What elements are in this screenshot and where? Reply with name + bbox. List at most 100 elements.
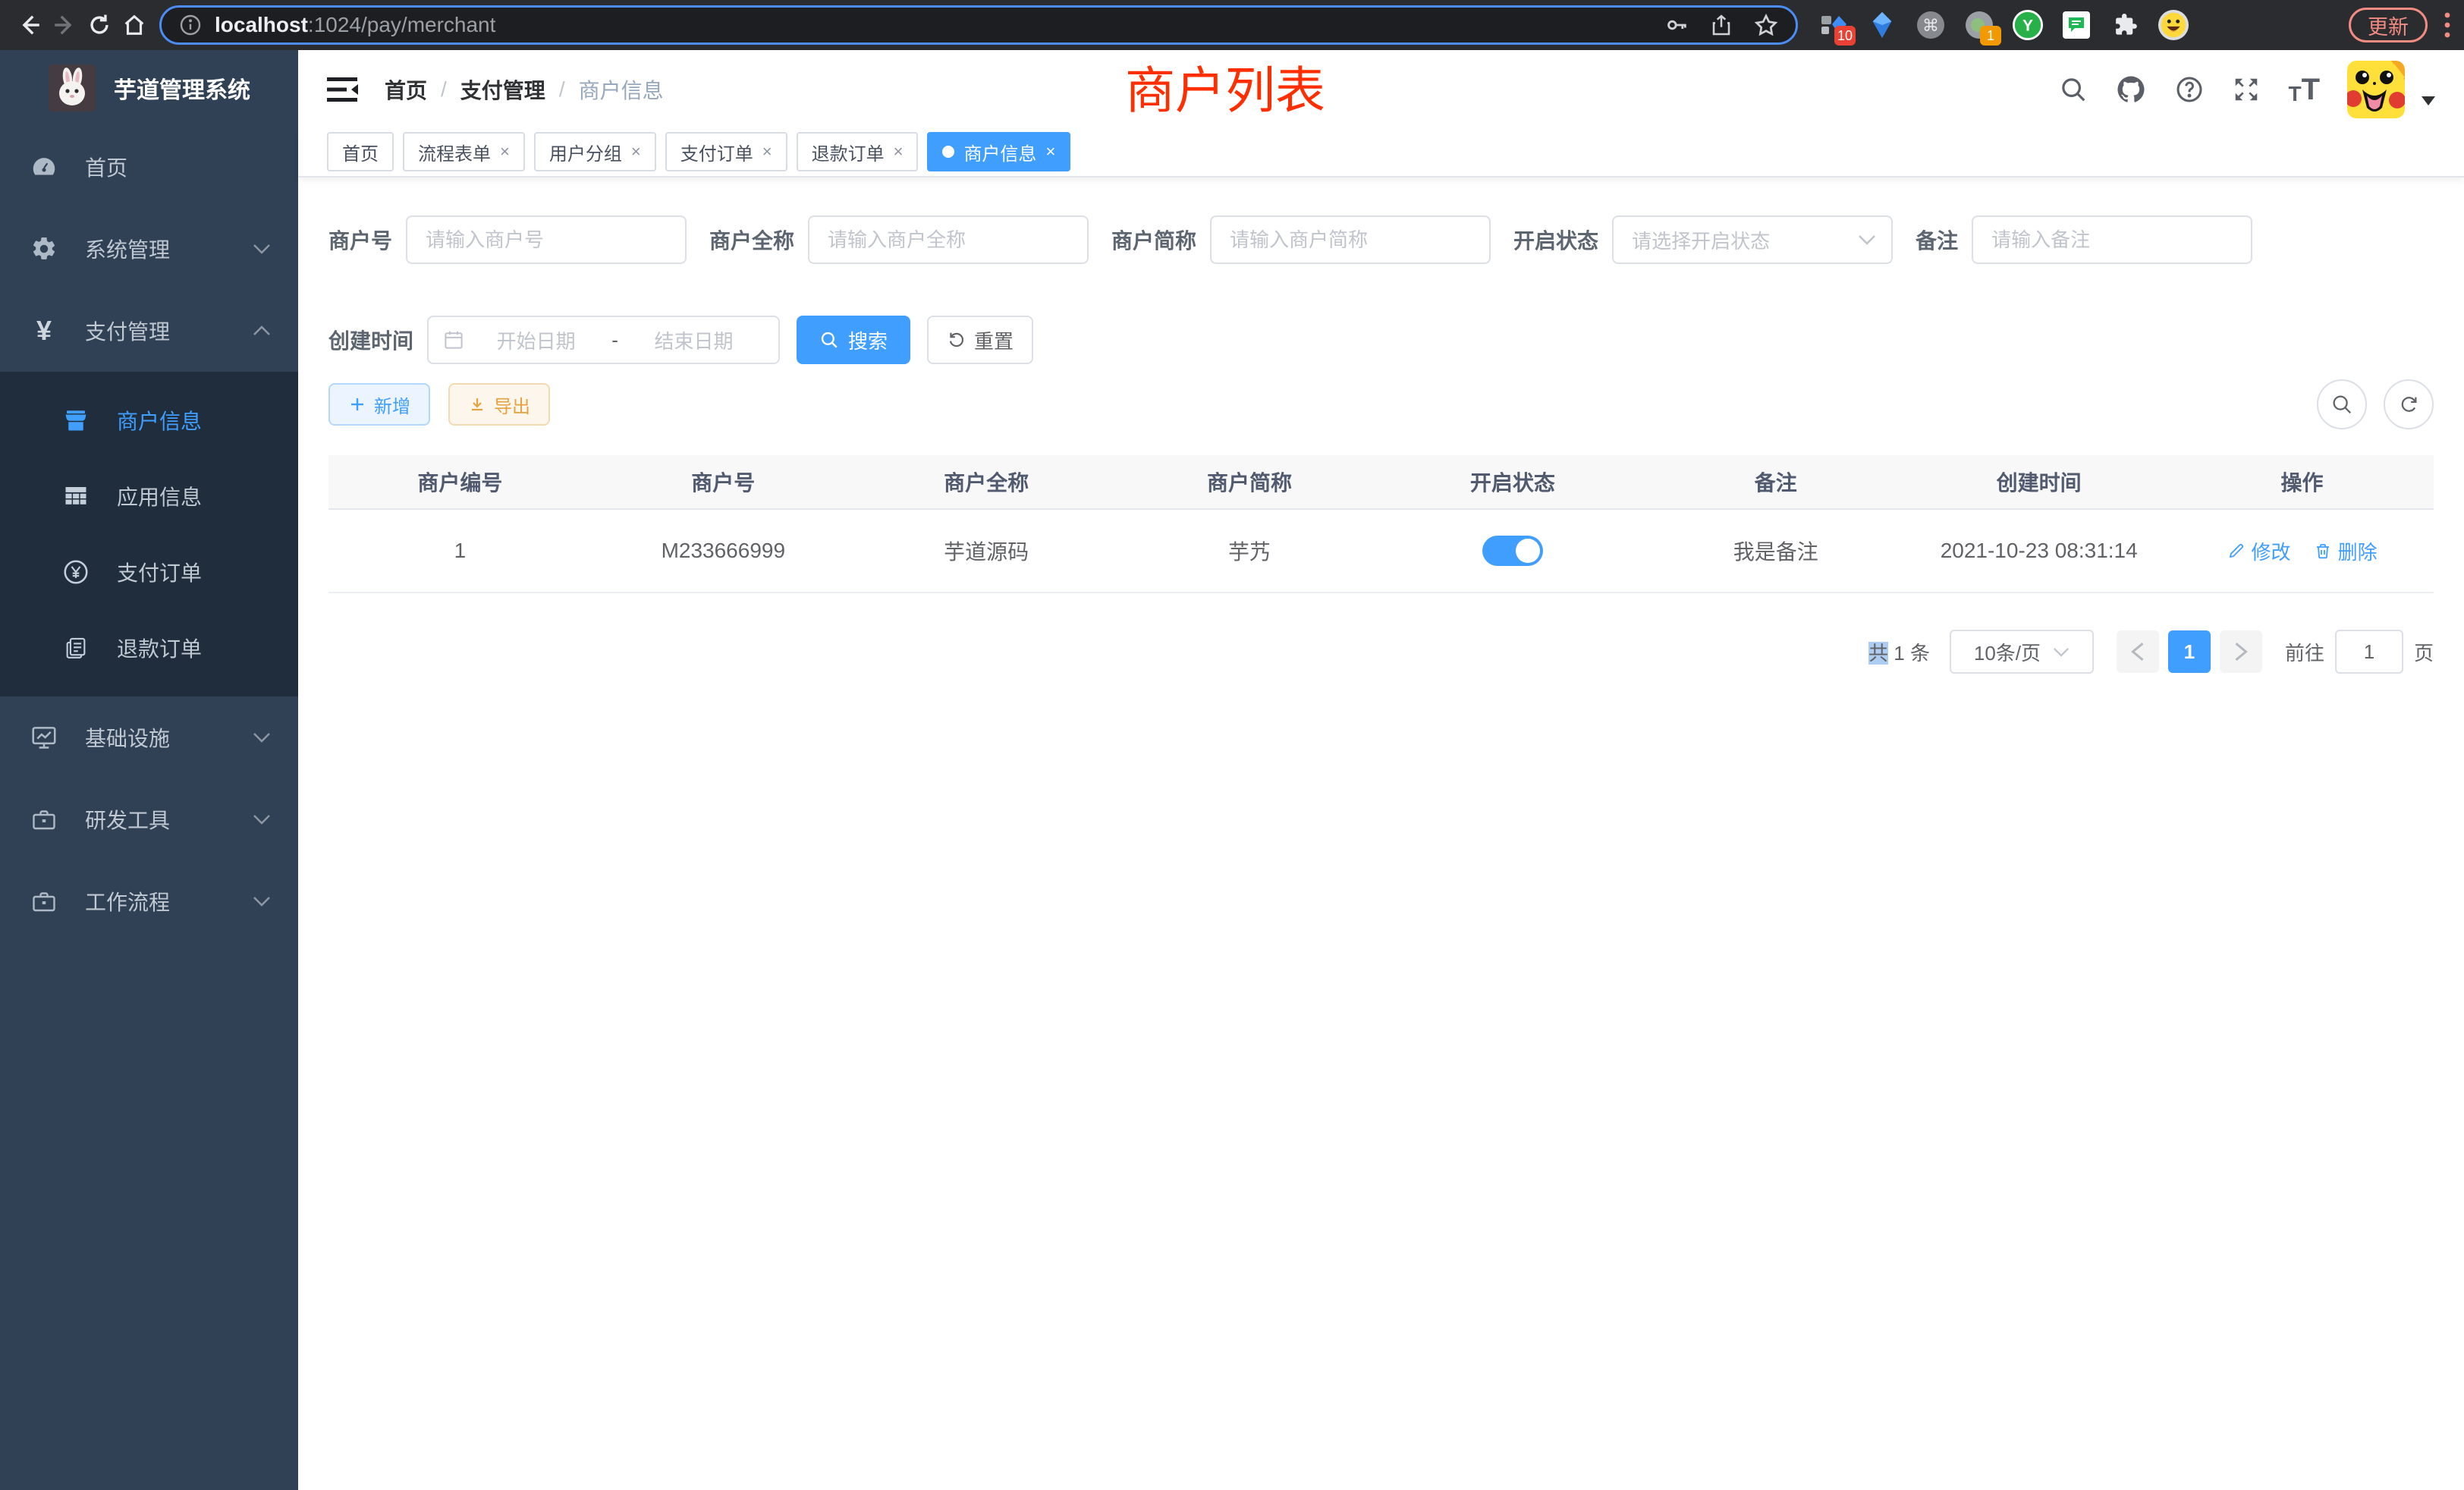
cell-actions: 修改 删除 bbox=[2170, 537, 2434, 565]
extensions-row: 10 ⌘ 1 Y bbox=[1818, 9, 2189, 41]
tab-user-group[interactable]: 用户分组× bbox=[534, 132, 656, 171]
sidebar-item-pay-order[interactable]: 支付订单 bbox=[0, 534, 298, 610]
cell-remark: 我是备注 bbox=[1644, 536, 1907, 566]
prev-page-button[interactable] bbox=[2117, 630, 2159, 673]
cell-full-name: 芋道源码 bbox=[855, 536, 1118, 566]
close-icon[interactable]: × bbox=[500, 142, 510, 162]
hamburger-icon bbox=[327, 76, 359, 103]
tab-refund-order[interactable]: 退款订单× bbox=[797, 132, 919, 171]
extension-chat-icon[interactable] bbox=[2060, 9, 2092, 41]
extension-recorder-icon[interactable]: 1 bbox=[1963, 9, 1995, 41]
sidebar-collapse-button[interactable] bbox=[327, 76, 359, 103]
status-label: 开启状态 bbox=[1513, 225, 1598, 255]
remark-label: 备注 bbox=[1916, 225, 1958, 255]
close-icon[interactable]: × bbox=[1045, 142, 1055, 162]
browser-menu-button[interactable] bbox=[2443, 10, 2452, 40]
tab-merchant-info[interactable]: 商户信息× bbox=[927, 132, 1070, 171]
merchant-short-input[interactable] bbox=[1210, 215, 1491, 264]
avatar-dropdown-caret[interactable] bbox=[2422, 96, 2435, 105]
share-icon[interactable] bbox=[1709, 13, 1733, 37]
browser-back-button[interactable] bbox=[12, 8, 47, 42]
app-title: 芋道管理系统 bbox=[114, 71, 250, 105]
sidebar-item-app-info[interactable]: 应用信息 bbox=[0, 458, 298, 534]
breadcrumb-separator: / bbox=[559, 77, 565, 102]
create-time-range-picker[interactable]: 开始日期 - 结束日期 bbox=[427, 316, 780, 364]
tab-process-form[interactable]: 流程表单× bbox=[403, 132, 525, 171]
browser-update-button[interactable]: 更新 bbox=[2349, 8, 2428, 42]
merchant-no-input[interactable] bbox=[406, 215, 687, 264]
help-icon[interactable] bbox=[2174, 74, 2205, 105]
browser-reload-button[interactable] bbox=[82, 8, 117, 42]
table-toolbar: 新增 导出 bbox=[328, 379, 2434, 429]
col-remark: 备注 bbox=[1644, 467, 1907, 497]
sidebar-item-pay[interactable]: ¥ 支付管理 bbox=[0, 290, 298, 372]
shop-icon bbox=[59, 407, 93, 434]
extensions-puzzle-icon[interactable] bbox=[2109, 9, 2141, 41]
refresh-table-button[interactable] bbox=[2384, 379, 2434, 429]
tab-home[interactable]: 首页 bbox=[327, 132, 394, 171]
pagination: 共 1 条 10条/页 1 前往 页 bbox=[328, 630, 2434, 674]
refresh-icon bbox=[2397, 393, 2420, 416]
edit-link[interactable]: 修改 bbox=[2227, 537, 2291, 565]
remark-input[interactable] bbox=[1972, 215, 2252, 264]
add-button[interactable]: 新增 bbox=[328, 383, 430, 426]
delete-link[interactable]: 删除 bbox=[2314, 537, 2378, 565]
close-icon[interactable]: × bbox=[631, 142, 641, 162]
sidebar-item-home[interactable]: 首页 bbox=[0, 126, 298, 208]
next-page-button[interactable] bbox=[2220, 630, 2262, 673]
search-button[interactable]: 搜索 bbox=[797, 316, 910, 364]
browser-profile-avatar[interactable] bbox=[2158, 9, 2189, 41]
toggle-knob bbox=[1516, 539, 1540, 563]
sidebar-logo[interactable]: 芋道管理系统 bbox=[0, 50, 298, 126]
font-size-icon[interactable]: TT bbox=[2288, 74, 2320, 105]
status-toggle-on[interactable] bbox=[1482, 536, 1543, 566]
sidebar-item-workflow[interactable]: 工作流程 bbox=[0, 860, 298, 942]
sidebar-item-merchant-info[interactable]: 商户信息 bbox=[0, 382, 298, 458]
toolbox-icon bbox=[27, 806, 61, 833]
address-bar[interactable]: localhost:1024/pay/merchant bbox=[159, 5, 1798, 45]
tab-pay-order[interactable]: 支付订单× bbox=[665, 132, 787, 171]
reset-button[interactable]: 重置 bbox=[927, 316, 1033, 364]
fullscreen-icon[interactable] bbox=[2232, 75, 2261, 104]
sidebar-item-infra[interactable]: 基础设施 bbox=[0, 696, 298, 778]
browser-forward-button[interactable] bbox=[47, 8, 82, 42]
user-avatar[interactable] bbox=[2347, 61, 2405, 118]
chevron-down-icon bbox=[253, 244, 271, 254]
site-info-icon[interactable] bbox=[178, 13, 203, 37]
extension-translate-icon[interactable]: 10 bbox=[1818, 9, 1850, 41]
chevron-down-icon bbox=[1858, 234, 1876, 245]
merchant-name-input[interactable] bbox=[808, 215, 1089, 264]
extension-command-icon[interactable]: ⌘ bbox=[1915, 9, 1947, 41]
breadcrumb-pay[interactable]: 支付管理 bbox=[460, 74, 545, 105]
show-search-button[interactable] bbox=[2317, 379, 2367, 429]
browser-toolbar: localhost:1024/pay/merchant 10 ⌘ 1 Y bbox=[0, 0, 2464, 50]
browser-home-button[interactable] bbox=[117, 8, 152, 42]
sidebar-item-refund-order[interactable]: 退款订单 bbox=[0, 610, 298, 686]
close-icon[interactable]: × bbox=[894, 142, 904, 162]
page-1-button[interactable]: 1 bbox=[2168, 630, 2211, 673]
export-button[interactable]: 导出 bbox=[448, 383, 550, 426]
bookmark-star-icon[interactable] bbox=[1753, 12, 1779, 38]
create-time-label: 创建时间 bbox=[328, 325, 413, 355]
sidebar-item-dev-tools[interactable]: 研发工具 bbox=[0, 778, 298, 860]
close-icon[interactable]: × bbox=[762, 142, 772, 162]
table-header-row: 商户编号 商户号 商户全称 商户简称 开启状态 备注 创建时间 操作 bbox=[328, 455, 2434, 510]
svg-text:Y: Y bbox=[2022, 17, 2033, 35]
cell-status bbox=[1381, 536, 1645, 566]
trash-icon bbox=[2314, 542, 2332, 560]
total-count: 1 bbox=[1894, 642, 1904, 665]
pikachu-avatar-image bbox=[2347, 61, 2405, 118]
page-size-select[interactable]: 10条/页 bbox=[1950, 630, 2094, 674]
extension-y-icon[interactable]: Y bbox=[2012, 9, 2044, 41]
extension-gem-icon[interactable] bbox=[1866, 9, 1898, 41]
sidebar: 芋道管理系统 首页 系统管理 ¥ 支付管理 bbox=[0, 50, 298, 1490]
password-key-icon[interactable] bbox=[1664, 12, 1689, 38]
sidebar-item-label: 支付管理 bbox=[85, 316, 170, 346]
status-select[interactable]: 请选择开启状态 bbox=[1612, 215, 1893, 264]
github-icon[interactable] bbox=[2115, 74, 2147, 105]
col-short-name: 商户简称 bbox=[1118, 467, 1381, 497]
goto-page-input[interactable] bbox=[2335, 630, 2403, 674]
search-icon[interactable] bbox=[2059, 75, 2088, 104]
breadcrumb-home[interactable]: 首页 bbox=[385, 74, 427, 105]
sidebar-item-system[interactable]: 系统管理 bbox=[0, 208, 298, 290]
